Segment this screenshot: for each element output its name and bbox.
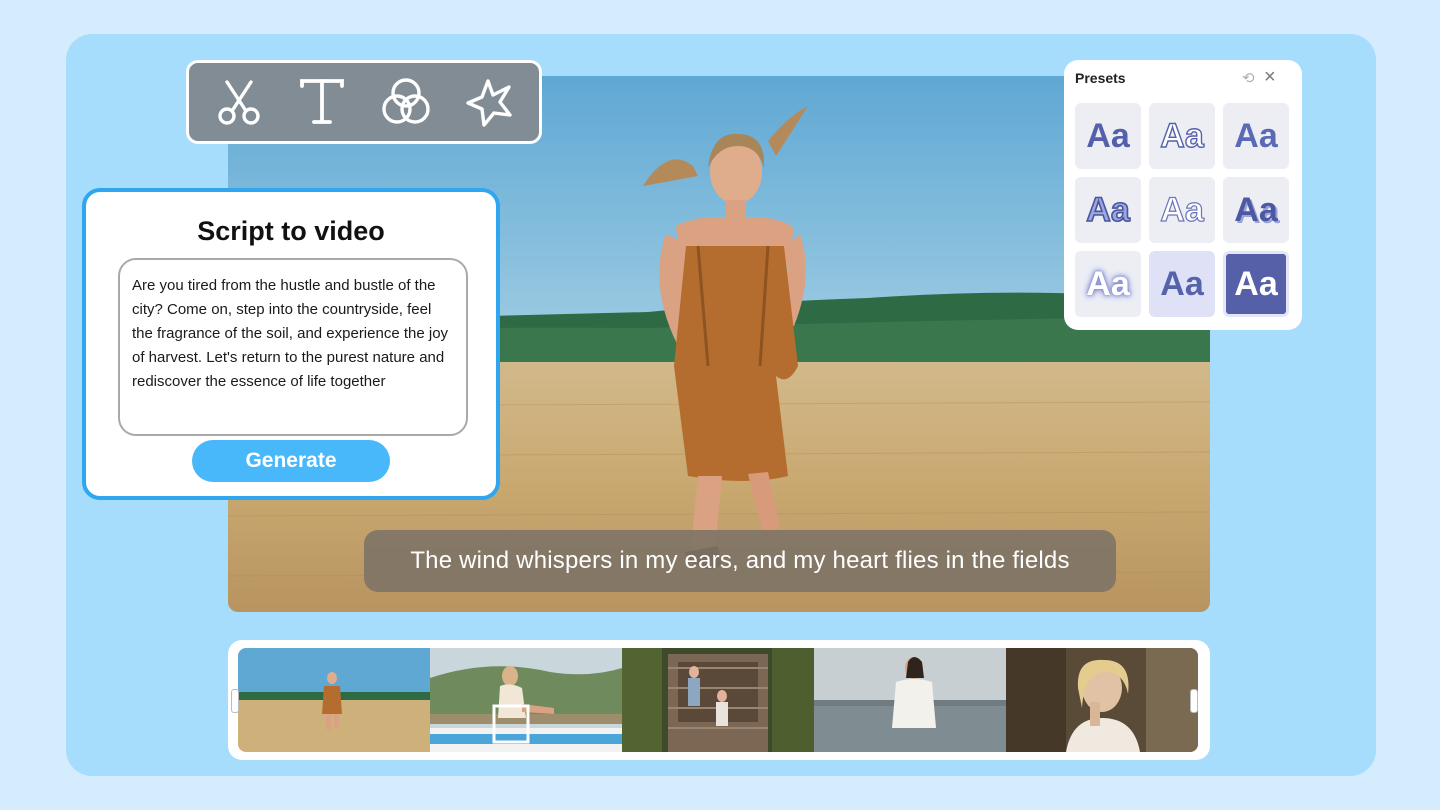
preset-tile-5[interactable]: Aa bbox=[1149, 177, 1215, 243]
presets-title: Presets bbox=[1075, 70, 1126, 86]
script-to-video-panel: Script to video Are you tired from the h… bbox=[82, 188, 500, 500]
filter-icon[interactable] bbox=[374, 70, 438, 134]
preset-tile-6[interactable]: Aa bbox=[1223, 177, 1289, 243]
refresh-icon[interactable]: ⟲ bbox=[1242, 69, 1255, 87]
timeline-thumbnails bbox=[238, 648, 1198, 752]
preset-tile-7[interactable]: Aa bbox=[1075, 251, 1141, 317]
timeline-left-handle[interactable] bbox=[231, 689, 239, 713]
preset-grid: Aa Aa Aa Aa Aa Aa Aa Aa Aa bbox=[1075, 103, 1289, 317]
text-icon[interactable] bbox=[290, 70, 354, 134]
timeline-clip-3[interactable] bbox=[622, 648, 814, 752]
presets-panel: Presets ⟲ × Aa Aa Aa Aa Aa Aa Aa Aa Aa bbox=[1064, 60, 1302, 330]
preset-tile-9-selected[interactable]: Aa bbox=[1223, 251, 1289, 317]
effects-icon[interactable] bbox=[457, 70, 521, 134]
scissors-icon[interactable] bbox=[207, 70, 271, 134]
preset-tile-8[interactable]: Aa bbox=[1149, 251, 1215, 317]
script-textarea[interactable]: Are you tired from the hustle and bustle… bbox=[118, 258, 468, 436]
clip-timeline bbox=[228, 640, 1210, 760]
close-icon[interactable]: × bbox=[1264, 66, 1276, 88]
timeline-clip-2[interactable] bbox=[430, 648, 622, 752]
timeline-clip-1[interactable] bbox=[238, 648, 430, 752]
timeline-right-handle[interactable] bbox=[1190, 689, 1198, 713]
preset-tile-3[interactable]: Aa bbox=[1223, 103, 1289, 169]
timeline-clip-5[interactable] bbox=[1006, 648, 1198, 752]
preset-tile-2[interactable]: Aa bbox=[1149, 103, 1215, 169]
subtitle-caption[interactable]: The wind whispers in my ears, and my hea… bbox=[364, 530, 1116, 592]
script-panel-title: Script to video bbox=[197, 216, 385, 246]
preset-tile-4[interactable]: Aa bbox=[1075, 177, 1141, 243]
preset-tile-1[interactable]: Aa bbox=[1075, 103, 1141, 169]
edit-toolbar bbox=[186, 60, 542, 144]
timeline-clip-4[interactable] bbox=[814, 648, 1006, 752]
generate-button[interactable]: Generate bbox=[192, 440, 390, 482]
